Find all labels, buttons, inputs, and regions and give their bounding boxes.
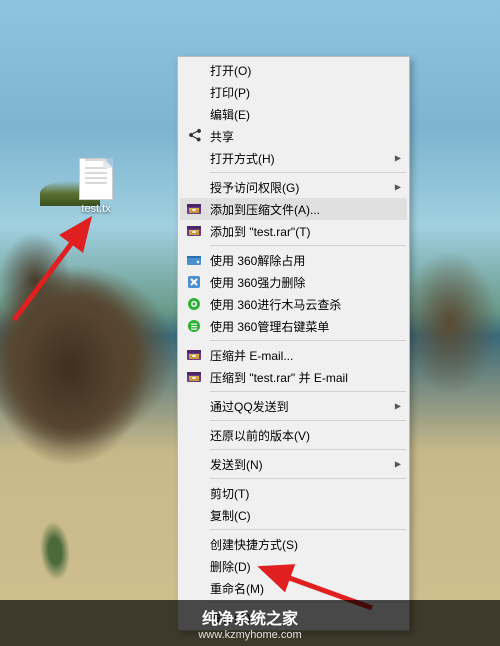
menu-item-label: 打开方式(H)	[210, 150, 389, 167]
menu-separator	[210, 340, 406, 341]
winrar-icon	[184, 347, 204, 363]
menu-item-12[interactable]: 使用 360进行木马云查杀	[180, 293, 407, 315]
winrar-icon	[184, 201, 204, 217]
menu-item-label: 压缩并 E-mail...	[210, 347, 389, 364]
menu-item-2[interactable]: 编辑(E)	[180, 103, 407, 125]
blank-icon	[184, 427, 204, 443]
menu-item-27[interactable]: 创建快捷方式(S)	[180, 533, 407, 555]
menu-item-25[interactable]: 复制(C)	[180, 504, 407, 526]
blank-icon	[184, 456, 204, 472]
blank-icon	[184, 558, 204, 574]
menu-item-22[interactable]: 发送到(N)	[180, 453, 407, 475]
menu-separator	[210, 449, 406, 450]
menu-item-label: 使用 360进行木马云查杀	[210, 296, 389, 313]
landscape-rocks	[0, 194, 175, 485]
menu-separator	[210, 529, 406, 530]
menu-item-16[interactable]: 压缩到 "test.rar" 并 E-mail	[180, 366, 407, 388]
menu-item-label: 添加到 "test.rar"(T)	[210, 223, 389, 240]
menu-item-label: 压缩到 "test.rar" 并 E-mail	[210, 369, 389, 386]
blank-icon	[184, 150, 204, 166]
menu-item-label: 复制(C)	[210, 507, 389, 524]
menu-item-label: 还原以前的版本(V)	[210, 427, 389, 444]
menu-item-label: 授予访问权限(G)	[210, 179, 389, 196]
menu-item-label: 重命名(M)	[210, 580, 389, 597]
menu-item-8[interactable]: 添加到 "test.rar"(T)	[180, 220, 407, 242]
file-icon	[79, 158, 113, 200]
blank-icon	[184, 507, 204, 523]
menu-item-28[interactable]: 删除(D)	[180, 555, 407, 577]
360scan-icon	[184, 296, 204, 312]
winrar-icon	[184, 223, 204, 239]
blank-icon	[184, 179, 204, 195]
menu-item-label: 使用 360解除占用	[210, 252, 389, 269]
menu-item-15[interactable]: 压缩并 E-mail...	[180, 344, 407, 366]
menu-item-18[interactable]: 通过QQ发送到	[180, 395, 407, 417]
menu-item-7[interactable]: 添加到压缩文件(A)...	[180, 198, 407, 220]
context-menu: 打开(O) 打印(P) 编辑(E) 共享打开方式(H) 授予访问权限(G) 添加到压缩文件…	[177, 56, 410, 631]
menu-item-label: 通过QQ发送到	[210, 398, 389, 415]
menu-separator	[210, 391, 406, 392]
menu-item-label: 创建快捷方式(S)	[210, 536, 389, 553]
blank-icon	[184, 84, 204, 100]
menu-separator	[210, 172, 406, 173]
360del-icon	[184, 274, 204, 290]
file-label: test.tx	[70, 203, 122, 215]
menu-item-0[interactable]: 打开(O)	[180, 59, 407, 81]
menu-item-label: 删除(D)	[210, 558, 389, 575]
360menu-icon	[184, 318, 204, 334]
menu-item-label: 发送到(N)	[210, 456, 389, 473]
menu-item-20[interactable]: 还原以前的版本(V)	[180, 424, 407, 446]
menu-separator	[210, 478, 406, 479]
menu-item-6[interactable]: 授予访问权限(G)	[180, 176, 407, 198]
blank-icon	[184, 485, 204, 501]
menu-item-label: 使用 360管理右键菜单	[210, 318, 389, 335]
menu-separator	[210, 420, 406, 421]
menu-item-24[interactable]: 剪切(T)	[180, 482, 407, 504]
blank-icon	[184, 106, 204, 122]
menu-item-4[interactable]: 打开方式(H)	[180, 147, 407, 169]
menu-item-3[interactable]: 共享	[180, 125, 407, 147]
menu-item-label: 使用 360强力删除	[210, 274, 389, 291]
menu-item-11[interactable]: 使用 360强力删除	[180, 271, 407, 293]
watermark-title: 纯净系统之家	[202, 605, 298, 629]
menu-item-label: 编辑(E)	[210, 106, 389, 123]
menu-separator	[210, 245, 406, 246]
menu-item-label: 打印(P)	[210, 84, 389, 101]
menu-item-10[interactable]: 使用 360解除占用	[180, 249, 407, 271]
blank-icon	[184, 398, 204, 414]
360disk-icon	[184, 252, 204, 268]
watermark-url: www.kzmyhome.com	[198, 629, 301, 641]
watermark-bar: 纯净系统之家 www.kzmyhome.com	[0, 600, 500, 646]
blank-icon	[184, 580, 204, 596]
menu-item-13[interactable]: 使用 360管理右键菜单	[180, 315, 407, 337]
share-icon	[184, 128, 204, 144]
menu-item-29[interactable]: 重命名(M)	[180, 577, 407, 599]
desktop-file-test-txt[interactable]: test.tx	[70, 158, 122, 215]
blank-icon	[184, 62, 204, 78]
menu-item-label: 添加到压缩文件(A)...	[210, 201, 389, 218]
landscape-grass-tuft	[37, 520, 72, 582]
menu-item-label: 剪切(T)	[210, 485, 389, 502]
menu-item-label: 共享	[210, 128, 389, 145]
menu-item-1[interactable]: 打印(P)	[180, 81, 407, 103]
blank-icon	[184, 536, 204, 552]
winrar-icon	[184, 369, 204, 385]
menu-item-label: 打开(O)	[210, 62, 389, 79]
